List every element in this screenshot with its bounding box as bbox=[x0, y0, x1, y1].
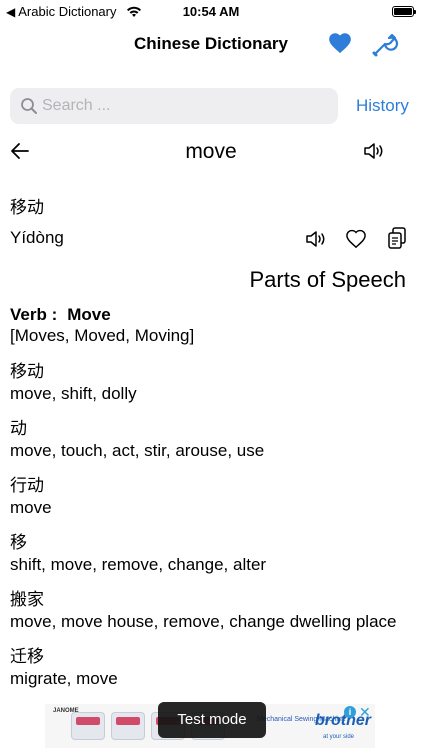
entry-hanzi: 移动 bbox=[10, 362, 44, 381]
entry-meaning: move, move house, remove, change dwellin… bbox=[10, 612, 397, 631]
list-item: 行动 move bbox=[10, 475, 414, 532]
pinyin-text: Yídòng bbox=[10, 228, 64, 247]
pinyin-row: Yídòng bbox=[10, 226, 412, 252]
word-header: move bbox=[0, 136, 422, 168]
favorite-heart-outline-icon[interactable] bbox=[345, 229, 367, 249]
entry-hanzi: 迁移 bbox=[10, 647, 44, 666]
parts-of-speech-heading: Parts of Speech bbox=[249, 267, 406, 292]
test-mode-badge: Test mode bbox=[158, 702, 266, 738]
favorites-heart-icon[interactable] bbox=[327, 30, 353, 56]
entry-meaning: move, shift, dolly bbox=[10, 384, 137, 403]
list-item: 动 move, touch, act, stir, arouse, use bbox=[10, 418, 414, 475]
search-row: History bbox=[10, 88, 414, 126]
list-item: 迁移 migrate, move bbox=[10, 646, 414, 703]
entry-hanzi: 移 bbox=[10, 533, 27, 552]
battery-icon bbox=[392, 6, 416, 17]
verb-line: Verb : Move bbox=[10, 305, 111, 325]
ad-sewing-machine-image bbox=[111, 712, 145, 740]
verb-forms: [Moves, Moved, Moving] bbox=[10, 326, 195, 345]
copy-icon[interactable] bbox=[386, 226, 408, 250]
verb-word: Move bbox=[67, 305, 111, 324]
nav-bar: Chinese Dictionary bbox=[0, 26, 422, 62]
entry-hanzi: 行动 bbox=[10, 476, 44, 495]
search-input[interactable] bbox=[42, 88, 332, 124]
word-title: move bbox=[185, 140, 237, 163]
search-icon bbox=[21, 98, 37, 114]
page-title: Chinese Dictionary bbox=[134, 34, 288, 53]
search-box[interactable] bbox=[10, 88, 338, 124]
ad-sewing-machine-image bbox=[71, 712, 105, 740]
list-item: 搬家 move, move house, remove, change dwel… bbox=[10, 589, 414, 646]
speaker-icon[interactable] bbox=[362, 140, 386, 162]
translation-hanzi: 移动 bbox=[10, 198, 44, 217]
pronounce-speaker-icon[interactable] bbox=[304, 228, 328, 250]
settings-wrench-icon[interactable] bbox=[370, 29, 400, 59]
status-time: 10:54 AM bbox=[182, 4, 240, 19]
ad-info-icon[interactable]: i bbox=[344, 706, 356, 718]
status-bar: ◀ Arabic Dictionary 10:54 AM bbox=[0, 0, 422, 24]
entry-meaning: move bbox=[10, 498, 52, 517]
history-button[interactable]: History bbox=[356, 96, 409, 116]
entry-hanzi: 搬家 bbox=[10, 590, 44, 609]
entry-meaning: shift, move, remove, change, alter bbox=[10, 555, 267, 574]
verb-label: Verb : bbox=[10, 305, 58, 324]
translation-list: 移动 move, shift, dolly 动 move, touch, act… bbox=[10, 361, 414, 703]
entry-hanzi: 动 bbox=[10, 419, 27, 438]
ad-close-icon[interactable]: ✕ bbox=[359, 704, 371, 721]
list-item: 移动 move, shift, dolly bbox=[10, 361, 414, 418]
entry-meaning: migrate, move bbox=[10, 669, 118, 688]
entry-meaning: move, touch, act, stir, arouse, use bbox=[10, 441, 265, 460]
list-item: 移 shift, move, remove, change, alter bbox=[10, 532, 414, 589]
ad-tagline: at your side bbox=[323, 734, 355, 740]
